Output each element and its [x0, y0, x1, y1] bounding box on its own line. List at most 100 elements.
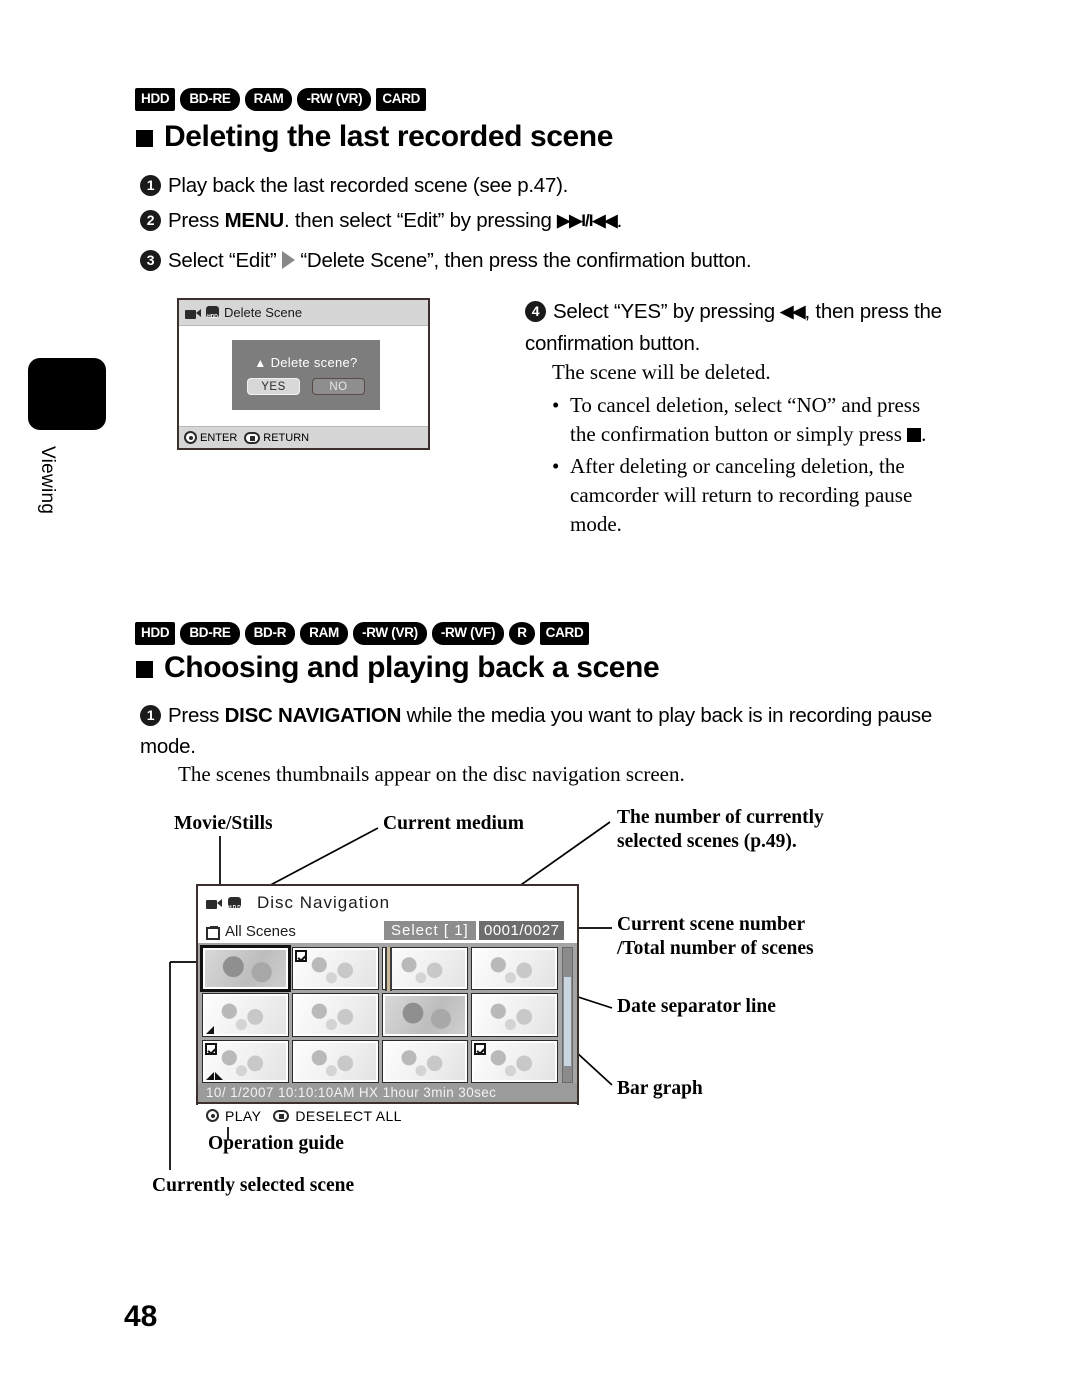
scene-thumbnail[interactable] [291, 1039, 379, 1083]
callout-selected-count-l2: selected scenes (p.49). [617, 831, 797, 852]
delete-scene-screen-mock: HDD Delete Scene ▲ Delete scene? YES NO … [177, 298, 430, 450]
scene-thumbnail-image [474, 996, 555, 1034]
bullet-after-deletion-text: After deleting or canceling deletion, th… [570, 454, 913, 536]
step-1-1-text: Play back the last recorded scene (see p… [168, 174, 569, 197]
media-badge-bd-re: BD-RE [180, 88, 240, 111]
scene-number-counter: 0001/0027 [479, 921, 565, 940]
delete-result-text: The scene will be deleted. [552, 360, 771, 384]
callout-scene-number: Current scene number /Total number of sc… [617, 913, 814, 961]
yes-button[interactable]: YES [247, 378, 300, 395]
section-heading-1-text: Deleting the last recorded scene [164, 120, 614, 153]
scene-thumbnail-image [384, 1042, 466, 1080]
scene-thumbnail-current[interactable] [200, 944, 291, 993]
scene-thumbnail-grid [200, 944, 558, 1083]
callout-scene-number-l2: /Total number of scenes [617, 938, 814, 959]
hdd-medium-icon: HDD [205, 306, 220, 320]
scene-selected-checkbox-icon[interactable] [205, 1042, 217, 1055]
delete-screen-titlebar: HDD Delete Scene [179, 300, 428, 326]
scene-thumbnail-image [474, 950, 555, 988]
step-number-3: 3 [140, 250, 161, 271]
scene-info-datebar: 10/ 1/2007 10:10:10AM HX 1hour 3min 30se… [198, 1083, 577, 1102]
scene-thumbnail[interactable] [381, 993, 469, 1037]
media-badge-card: CARD [539, 622, 590, 645]
media-badge-hdd: HDD [135, 622, 176, 645]
bullet-after-deletion: After deleting or canceling deletion, th… [548, 452, 948, 539]
delete-confirm-message-text: Delete scene? [270, 355, 358, 370]
media-badge-hdd: HDD [135, 88, 176, 111]
all-scenes-icon [206, 925, 220, 940]
callout-selected-count-l1: The number of currently [617, 807, 824, 828]
step-number-2: 2 [140, 210, 161, 231]
step-number-2-1: 1 [140, 705, 161, 726]
step-1-2-text-d: . [616, 209, 623, 232]
disc-navigation-screen-mock: HDD Disc Navigation All Scenes Select [ … [196, 884, 579, 1127]
callout-movie-stills: Movie/Stills [174, 813, 273, 834]
bullet-cancel-deletion: To cancel deletion, select “NO” and pres… [548, 391, 948, 449]
scene-thumbnail[interactable] [381, 947, 469, 991]
step-1-3-text-a: Select “Edit” [168, 249, 277, 272]
section-heading-2: Choosing and playing back a scene [136, 651, 660, 685]
skip-forward-back-icon: ▶▶I/I◀◀ [557, 211, 617, 230]
section-heading-1: Deleting the last recorded scene [136, 120, 613, 154]
menu-button-label: MENU [224, 209, 285, 232]
date-separator-line [385, 947, 392, 991]
scene-selected-checkbox-icon[interactable] [294, 950, 307, 962]
media-badge-rw-vr: -RW (VR) [297, 88, 372, 111]
step-1-2: 2 Press MENU. then select “Edit” by press… [140, 205, 840, 237]
guide-deselect-label: DESELECT ALL [295, 1107, 402, 1124]
disc-nav-header: HDD Disc Navigation [198, 886, 577, 920]
section-heading-2-text: Choosing and playing back a scene [164, 651, 660, 684]
callout-scene-number-l1: Current scene number [617, 914, 806, 935]
disc-nav-title-text: Disc Navigation [257, 893, 391, 912]
disc-nav-grid-wrapper [198, 943, 577, 1083]
chapter-tab-label: Viewing [37, 446, 58, 515]
scene-selected-checkbox-icon[interactable] [474, 1042, 487, 1055]
page-number: 48 [124, 1300, 158, 1333]
step-1-4-text-a: Select “YES” by pressing [553, 300, 781, 323]
bar-graph-fill [564, 977, 571, 1066]
step-2-1: 1 Press DISC NAVIGATION while the media y… [140, 700, 960, 762]
step-1-4: 4 Select “YES” by pressing ◀◀, then press… [525, 296, 945, 359]
disc-nav-note: The scenes thumbnails appear on the disc… [178, 762, 685, 786]
scene-thumbnail[interactable] [202, 1039, 289, 1083]
step-number-1: 1 [140, 175, 161, 196]
step-1-3-text-b: “Delete Scene”, then press the confirmat… [300, 249, 752, 272]
step-2-1-text-a: Press [168, 704, 225, 727]
deselect-button-icon [273, 1109, 290, 1122]
scene-thumbnail-image [294, 950, 376, 988]
movie-stills-icon [206, 897, 222, 909]
scene-thumbnail[interactable] [381, 1039, 469, 1083]
no-button[interactable]: NO [312, 378, 365, 395]
media-badge-card: CARD [376, 88, 427, 111]
movie-camera-icon [185, 307, 201, 319]
scene-thumbnail[interactable] [471, 947, 558, 991]
media-badge-row-2: HDD BD-RE BD-R RAM -RW (VR) -RW (VF) R CARD [135, 622, 590, 645]
bar-graph-scrollbar[interactable] [562, 947, 573, 1083]
disc-nav-subbar: All Scenes Select [ 1] 0001/0027 [198, 920, 577, 943]
scene-thumbnail-image [294, 996, 376, 1034]
scene-thumbnail[interactable] [291, 993, 379, 1037]
selected-scenes-counter: Select [ 1] [384, 921, 476, 940]
stop-square-icon [907, 428, 922, 442]
scene-thumbnail[interactable] [471, 1039, 558, 1083]
scene-thumbnail[interactable] [291, 947, 379, 991]
stop-button-icon [244, 431, 261, 444]
delete-screen-body: ▲ Delete scene? YES NO [179, 326, 428, 426]
media-badge-bd-re: BD-RE [180, 622, 240, 645]
scene-thumbnail[interactable] [202, 993, 289, 1037]
all-scenes-label[interactable]: All Scenes [225, 923, 296, 940]
scene-thumbnail-image [205, 950, 286, 988]
disc-nav-operation-guide: PLAY DESELECT ALL [198, 1102, 577, 1127]
media-badge-r: R [509, 622, 535, 645]
media-badge-rw-vf: -RW (VF) [431, 622, 505, 645]
scene-edit-marker-icon [206, 1071, 223, 1080]
delete-confirm-buttons: YES NO [247, 378, 365, 395]
callout-date-separator: Date separator line [617, 996, 776, 1017]
delete-screen-operation-guide: ENTER RETURN [179, 426, 428, 448]
delete-confirm-message: ▲ Delete scene? [254, 355, 357, 370]
scene-thumbnail[interactable] [471, 993, 558, 1037]
arrow-right-icon [281, 251, 295, 269]
scene-thumbnail-image [474, 1042, 555, 1080]
step-1-2-text-c: . then select “Edit” by pressing [283, 209, 558, 232]
delete-confirm-dialog: ▲ Delete scene? YES NO [232, 340, 380, 410]
